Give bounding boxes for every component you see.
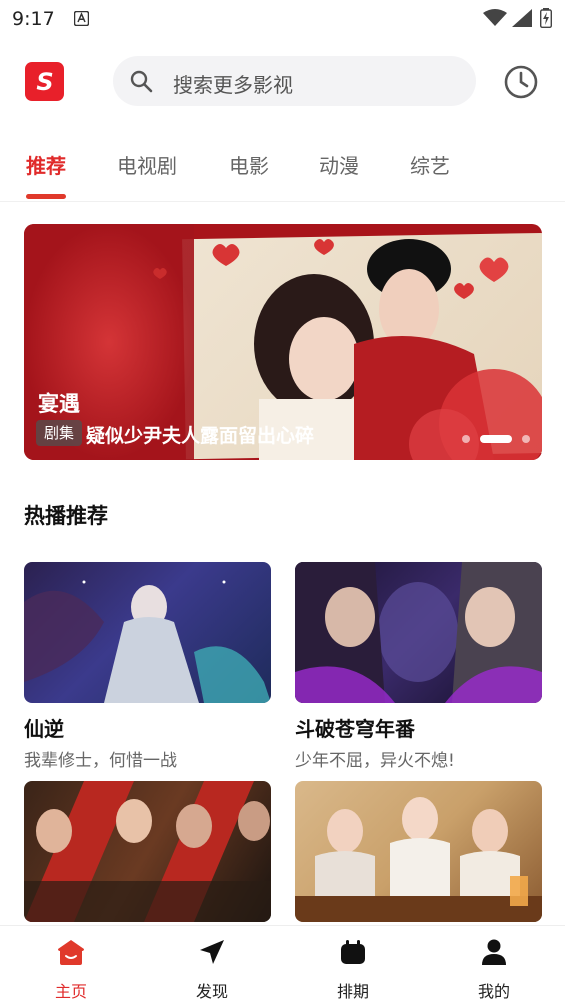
logo-s-icon: S <box>36 68 53 96</box>
banner-tag: 剧集 <box>36 420 83 446</box>
banner-description: 疑似少尹夫人露面留出心碎 <box>86 425 315 447</box>
svg-text:S: S <box>36 68 53 96</box>
card-item[interactable]: 仙逆 我辈修士，何惜一战 <box>24 562 271 771</box>
search-placeholder: 搜索更多影视 <box>173 73 293 97</box>
nav-home-label: 主页 <box>54 982 87 1001</box>
status-bar: 9:17 <box>0 0 565 40</box>
card-thumbnail <box>24 781 271 922</box>
tab-recommend[interactable]: 推荐 <box>26 150 66 200</box>
bottom-navigation: 主页 发现 排期 我的 <box>0 925 565 1004</box>
tab-tv[interactable]: 电视剧 <box>117 150 177 200</box>
tab-indicator <box>26 194 66 199</box>
card-item[interactable]: 斗破苍穹年番 少年不屈，异火不熄! <box>295 562 542 771</box>
nav-discover[interactable]: 发现 <box>162 926 262 1004</box>
nav-discover-label: 发现 <box>195 982 228 1001</box>
section-title: 热播推荐 <box>24 504 108 528</box>
search-icon <box>130 70 153 93</box>
carousel-indicator <box>462 435 530 443</box>
card-title: 斗破苍穹年番 <box>295 717 415 741</box>
nav-schedule[interactable]: 排期 <box>303 926 403 1004</box>
nav-schedule-label: 排期 <box>336 982 369 1001</box>
nav-home[interactable]: 主页 <box>21 926 121 1004</box>
card-artwork <box>24 781 271 922</box>
nav-profile[interactable]: 我的 <box>444 926 544 1004</box>
carousel-dot[interactable] <box>522 435 530 443</box>
card-subtitle: 我辈修士，何惜一战 <box>24 751 177 771</box>
card-thumbnail <box>295 562 542 703</box>
card-thumbnail <box>24 562 271 703</box>
tab-movie[interactable]: 电影 <box>229 150 269 200</box>
card-title: 仙逆 <box>24 717 64 741</box>
banner-carousel[interactable]: 宴遇 剧集 疑似少尹夫人露面留出心碎 <box>24 224 542 460</box>
signal-icon <box>512 9 532 27</box>
carousel-dot-active[interactable] <box>480 435 512 443</box>
carousel-dot[interactable] <box>462 435 470 443</box>
card-item[interactable] <box>24 781 271 932</box>
wifi-icon <box>483 9 507 26</box>
history-icon[interactable] <box>503 64 539 100</box>
status-time: 9:17 <box>12 8 55 30</box>
tab-anime[interactable]: 动漫 <box>319 150 359 200</box>
schedule-icon <box>341 940 365 964</box>
search-bar[interactable]: 搜索更多影视 <box>113 56 476 106</box>
profile-icon <box>482 939 506 965</box>
notification-icon <box>74 11 89 26</box>
card-artwork <box>24 580 271 703</box>
card-artwork <box>295 562 542 703</box>
banner-title: 宴遇 <box>38 392 80 416</box>
tab-variety[interactable]: 综艺 <box>410 150 450 200</box>
divider <box>0 201 565 202</box>
card-item[interactable] <box>295 781 542 932</box>
card-artwork <box>295 797 542 922</box>
card-thumbnail <box>295 781 542 922</box>
nav-profile-label: 我的 <box>477 982 510 1001</box>
app-logo[interactable]: S <box>25 62 64 101</box>
battery-icon <box>540 8 552 28</box>
card-subtitle: 少年不屈，异火不熄! <box>295 751 455 771</box>
discover-icon <box>200 940 224 964</box>
category-tabs: 推荐 电视剧 电影 动漫 综艺 <box>0 150 565 200</box>
home-icon <box>58 940 84 965</box>
